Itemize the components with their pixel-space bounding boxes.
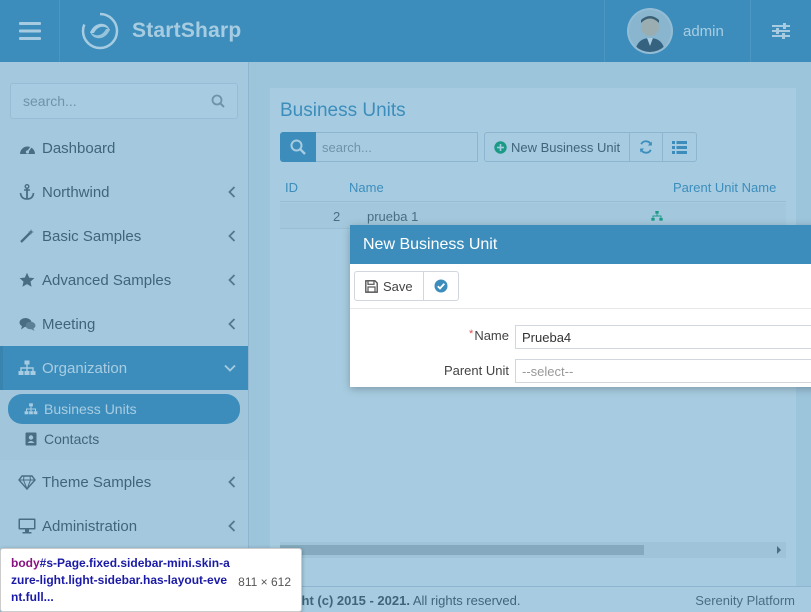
parent-unit-select[interactable]: --select--	[515, 359, 811, 383]
name-field[interactable]: Prueba4	[515, 325, 811, 349]
dialog-toolbar: Save	[354, 271, 459, 301]
name-label: *Name	[469, 328, 509, 343]
devtools-element-tooltip: body#s-Page.fixed.sidebar-mini.skin-azur…	[0, 548, 302, 612]
save-button[interactable]: Save	[355, 272, 424, 300]
parent-unit-label: Parent Unit	[443, 363, 509, 378]
apply-changes-button[interactable]	[424, 272, 458, 300]
save-button-label: Save	[383, 278, 413, 294]
required-marker: *	[469, 328, 474, 340]
dialog-divider	[350, 308, 811, 309]
dialog-title[interactable]: New Business Unit	[350, 225, 811, 264]
tooltip-dimensions: 811 × 612	[238, 575, 291, 589]
check-circle-icon	[434, 279, 448, 293]
floppy-disk-icon	[365, 279, 378, 293]
new-business-unit-dialog: New Business Unit Save *Name Prueba4 Par…	[350, 225, 811, 387]
tooltip-selector: body#s-Page.fixed.sidebar-mini.skin-azur…	[11, 556, 230, 604]
